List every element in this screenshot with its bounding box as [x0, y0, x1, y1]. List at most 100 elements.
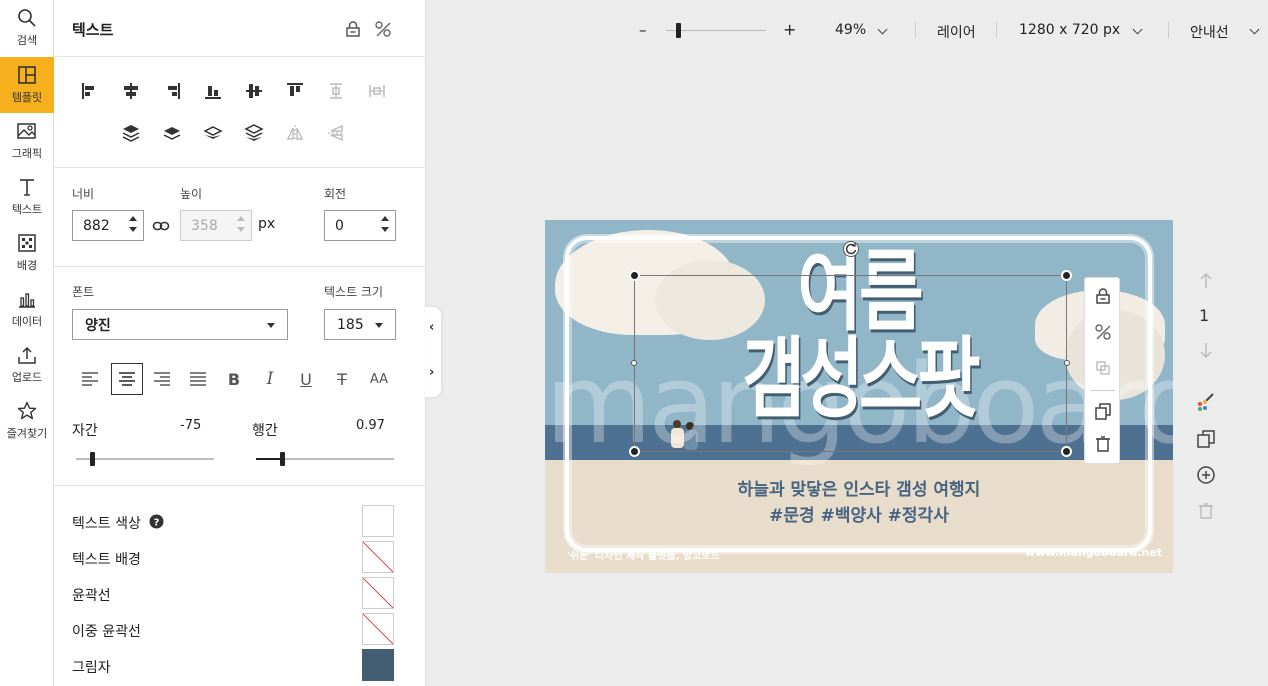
- letter-spacing-handle[interactable]: [90, 452, 95, 466]
- add-page-icon[interactable]: [1196, 465, 1216, 485]
- flip-horizontal-button[interactable]: [283, 121, 307, 145]
- star-icon: [17, 401, 37, 420]
- flip-vertical-button[interactable]: [324, 121, 348, 145]
- double-outline-swatch[interactable]: [362, 613, 394, 645]
- duplicate-page-icon[interactable]: [1196, 429, 1216, 449]
- zoom-slider-handle[interactable]: [676, 23, 681, 38]
- height-label: 높이: [180, 187, 203, 201]
- panel-title: 텍스트: [72, 21, 114, 39]
- align-right-button[interactable]: [160, 79, 184, 103]
- align-bottom-button[interactable]: [201, 79, 225, 103]
- line-spacing-handle[interactable]: [280, 452, 285, 466]
- chevron-left-icon[interactable]: ‹: [429, 320, 434, 335]
- strikethrough-icon[interactable]: T: [330, 367, 354, 391]
- rotation-value: 0: [335, 217, 344, 234]
- selection-box[interactable]: [634, 275, 1067, 452]
- align-middle-button[interactable]: [242, 79, 266, 103]
- flip-vertical-icon: [328, 124, 344, 142]
- bring-forward-icon: [163, 127, 181, 140]
- align-left-button[interactable]: [78, 79, 102, 103]
- resize-handle[interactable]: [629, 446, 640, 457]
- background-icon: [18, 234, 36, 252]
- text-align-left-button[interactable]: [78, 367, 102, 391]
- text-size-select[interactable]: 185: [324, 309, 396, 340]
- nav-label: 그래픽: [11, 147, 43, 160]
- nav-favorites[interactable]: 즐겨찾기: [0, 393, 54, 449]
- send-to-back-button[interactable]: [242, 121, 266, 145]
- rotate-handle[interactable]: [843, 241, 859, 257]
- group-icon[interactable]: [1094, 323, 1112, 341]
- arrow-up-icon[interactable]: [1196, 271, 1216, 291]
- resize-handle[interactable]: [631, 360, 637, 366]
- align-center-h-button[interactable]: [119, 79, 143, 103]
- chevron-right-icon[interactable]: ›: [429, 365, 434, 380]
- trash-icon[interactable]: [1094, 435, 1112, 453]
- nav-search[interactable]: 검색: [0, 0, 54, 56]
- text-align-center-button[interactable]: [111, 363, 143, 395]
- letter-spacing-slider[interactable]: [76, 452, 214, 466]
- distribute-horizontal-button[interactable]: [365, 79, 389, 103]
- canvas-size-select[interactable]: 1280 x 720 px: [1019, 22, 1120, 38]
- bring-to-front-button[interactable]: [119, 121, 143, 145]
- bold-icon[interactable]: B: [222, 367, 246, 391]
- rotation-label: 회전: [324, 187, 347, 201]
- page-number: 1: [1199, 306, 1210, 325]
- line-spacing-slider[interactable]: [256, 452, 394, 466]
- resize-handle[interactable]: [1061, 446, 1072, 457]
- height-input[interactable]: 358: [180, 210, 252, 241]
- zoom-slider[interactable]: [666, 23, 766, 38]
- lock-icon[interactable]: [344, 20, 362, 38]
- delete-page-icon[interactable]: [1196, 501, 1216, 521]
- nav-graphic[interactable]: 그래픽: [0, 113, 54, 169]
- text-background-swatch[interactable]: [362, 541, 394, 573]
- font-select[interactable]: 양진: [72, 309, 288, 340]
- resize-handle[interactable]: [1064, 360, 1070, 366]
- layer-button[interactable]: 레이어: [937, 22, 976, 42]
- chevron-down-icon: [267, 323, 275, 328]
- underline-icon[interactable]: U: [294, 367, 318, 391]
- align-right-icon: [168, 83, 180, 99]
- nav-label: 업로드: [11, 371, 43, 384]
- guide-button[interactable]: 안내선: [1190, 22, 1229, 42]
- resize-handle[interactable]: [629, 270, 640, 281]
- outline-swatch[interactable]: [362, 577, 394, 609]
- bring-forward-button[interactable]: [160, 121, 184, 145]
- zoom-level[interactable]: 49%: [835, 22, 866, 38]
- rotation-input[interactable]: 0: [324, 210, 396, 241]
- lock-icon[interactable]: [1094, 287, 1112, 305]
- distribute-vertical-button[interactable]: [324, 79, 348, 103]
- help-icon[interactable]: ?: [149, 514, 164, 529]
- chevron-down-icon[interactable]: [1249, 24, 1260, 35]
- color-picker-icon[interactable]: [1196, 391, 1216, 411]
- credit-text: '쉬운' 디자인 제작 플랫폼, 망고보드: [567, 551, 720, 562]
- chevron-down-icon[interactable]: [1132, 24, 1143, 35]
- ungroup-icon[interactable]: [1094, 359, 1112, 377]
- nav-text[interactable]: 텍스트: [0, 169, 54, 225]
- nav-template[interactable]: 템플릿: [0, 57, 54, 113]
- shadow-swatch[interactable]: [362, 649, 394, 681]
- nav-upload[interactable]: 업로드: [0, 337, 54, 393]
- nav-data[interactable]: 데이터: [0, 281, 54, 337]
- zoom-in-button[interactable]: +: [783, 20, 796, 39]
- send-backward-button[interactable]: [201, 121, 225, 145]
- distribute-vertical-icon: [330, 83, 342, 99]
- text-align-center-icon: [119, 372, 135, 386]
- align-top-button[interactable]: [283, 79, 307, 103]
- zoom-out-button[interactable]: –: [639, 21, 647, 39]
- chevron-down-icon[interactable]: [877, 24, 888, 35]
- uppercase-icon[interactable]: AA: [366, 367, 392, 391]
- duplicate-icon[interactable]: [1094, 402, 1112, 420]
- resize-handle[interactable]: [1061, 270, 1072, 281]
- width-input[interactable]: 882: [72, 210, 144, 241]
- text-justify-button[interactable]: [186, 367, 210, 391]
- floating-toolbar: [1084, 277, 1120, 464]
- group-icon[interactable]: [374, 20, 392, 38]
- text-color-swatch[interactable]: [362, 505, 394, 537]
- rotate-icon: [845, 243, 857, 255]
- align-center-icon: [124, 83, 138, 99]
- italic-icon[interactable]: I: [258, 367, 282, 391]
- nav-background[interactable]: 배경: [0, 225, 54, 281]
- text-align-right-button[interactable]: [150, 367, 174, 391]
- link-icon[interactable]: [152, 218, 170, 234]
- arrow-down-icon[interactable]: [1196, 340, 1216, 360]
